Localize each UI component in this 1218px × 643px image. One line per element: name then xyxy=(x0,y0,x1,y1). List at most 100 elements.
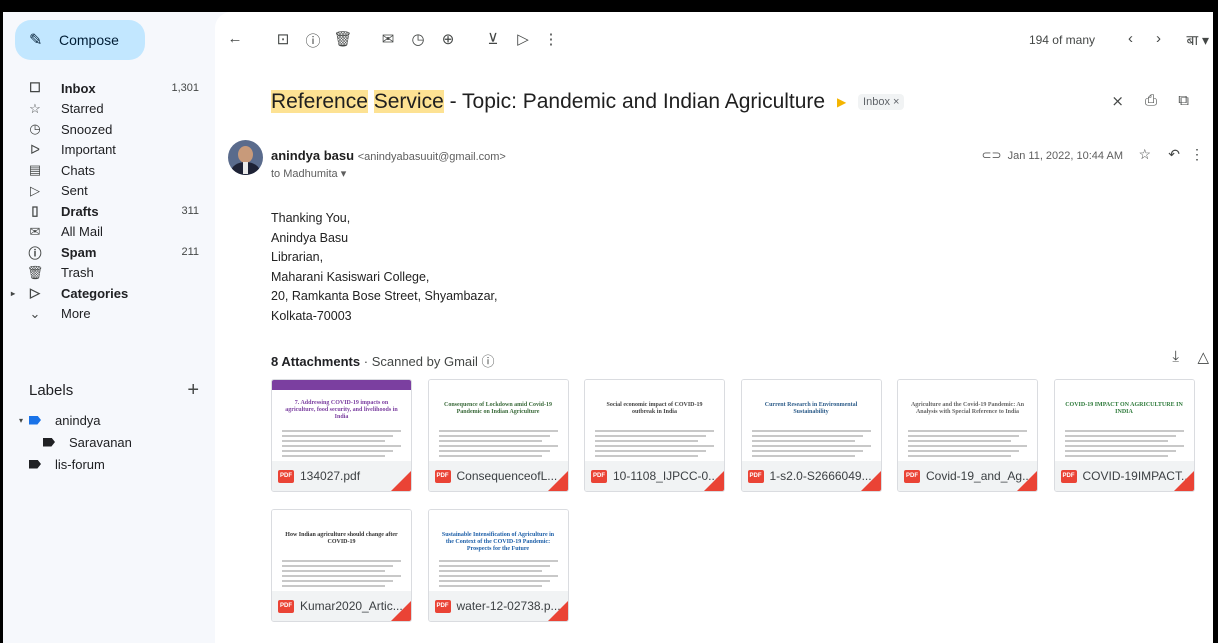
attachment-clip-icon: ⊂⊃ xyxy=(981,148,1002,162)
label-as-icon[interactable]: ▷ xyxy=(513,30,533,48)
email-body: Thanking You, Anindya Basu Librarian, Mahar… xyxy=(271,209,498,326)
mark-unread-icon[interactable]: ✉ xyxy=(378,30,398,48)
gmail-window: ✎ Compose ☐ Inbox 1,301 ☆ Starred ◷ Snoozed ᐅ Im… xyxy=(3,12,1213,643)
pdf-icon: PDF xyxy=(747,469,764,483)
send-icon: ▷ xyxy=(30,182,40,198)
recipient-details[interactable]: to Madhumita ▾ xyxy=(271,167,346,180)
attachment-card[interactable]: Sustainable Intensification of Agricultu… xyxy=(427,509,569,622)
label-name: anindya xyxy=(55,412,101,428)
sender-line: anindya basu <anindyabasuuit@gmail.com> xyxy=(271,148,506,163)
sidebar-item-label: Sent xyxy=(61,183,88,199)
sidebar-item-starred[interactable]: ☆ Starred xyxy=(3,99,213,120)
attachment-card[interactable]: Social economic impact of COVID-19 outbr… xyxy=(584,379,725,492)
back-arrow-icon[interactable]: ← xyxy=(225,30,245,47)
expand-arrow-icon[interactable]: ▸ xyxy=(11,289,15,298)
attachment-filename: ConsequenceofL... xyxy=(456,469,558,483)
chat-icon: ▤ xyxy=(28,162,42,178)
thumbnail-title: COVID-19 IMPACT ON AGRICULTURE IN INDIA xyxy=(1065,402,1183,415)
report-spam-icon[interactable]: ⓘ xyxy=(303,30,323,51)
body-line: Anindya Basu xyxy=(271,230,349,245)
labels-heading: Labels xyxy=(29,382,74,399)
more-vert-icon[interactable]: ⋮ xyxy=(541,30,561,48)
attachment-card[interactable]: Agriculture and the Covid-19 Pandemic: A… xyxy=(897,379,1038,492)
move-to-icon[interactable]: ⊻ xyxy=(483,30,503,48)
sidebar-item-label: Inbox xyxy=(61,80,96,96)
sidebar-item-all-mail[interactable]: ✉ All Mail xyxy=(3,222,213,243)
spam-icon: ⓘ xyxy=(28,245,42,261)
sidebar-item-spam[interactable]: ⓘ Spam 211 xyxy=(3,242,213,263)
pdf-corner-icon xyxy=(547,601,568,621)
sidebar-item-drafts[interactable]: ▯ Drafts 311 xyxy=(3,201,213,222)
unread-count: 1,301 xyxy=(171,82,199,95)
add-to-drive-icon[interactable]: △ xyxy=(1197,348,1209,366)
all-mail-icon: ✉ xyxy=(29,223,41,239)
important-marker-icon[interactable]: ▶ xyxy=(837,95,846,109)
sidebar-item-categories[interactable]: ▸ ▷ Categories xyxy=(3,283,213,304)
attachment-filename: Kumar2020_Artic... xyxy=(300,599,403,613)
pdf-corner-icon xyxy=(1017,471,1037,491)
sidebar-item-important[interactable]: ᐅ Important xyxy=(3,140,213,161)
compose-button[interactable]: ✎ Compose xyxy=(15,20,145,60)
delete-icon[interactable]: 🗑 xyxy=(333,30,353,48)
sidebar-item-sent[interactable]: ▷ Sent xyxy=(3,181,213,202)
attachment-card[interactable]: Consequence of Lockdown amid Covid-19 Pa… xyxy=(427,379,569,492)
sidebar-item-label: Categories xyxy=(61,285,129,301)
download-all-icon[interactable]: ⤓ xyxy=(1172,348,1179,365)
label-name: lis-forum xyxy=(55,456,105,472)
pdf-icon: PDF xyxy=(278,599,294,613)
print-icon[interactable]: ⎙ xyxy=(1145,92,1157,109)
chevron-right-icon[interactable]: › xyxy=(1156,30,1161,47)
input-tools-button[interactable]: बा ▾ xyxy=(1186,31,1209,50)
attachment-card[interactable]: How Indian agriculture should change aft… xyxy=(271,509,412,622)
label-item-lis-forum[interactable]: lis-forum xyxy=(3,453,213,475)
sender-name[interactable]: anindya basu xyxy=(271,148,354,163)
scanned-by-gmail[interactable]: Scanned by Gmail ⓘ xyxy=(372,354,495,369)
pdf-icon: PDF xyxy=(434,469,451,483)
archive-icon[interactable]: ⊡ xyxy=(273,30,293,48)
pencil-icon: ✎ xyxy=(29,32,43,49)
collapse-all-icon[interactable]: ⨯ xyxy=(1111,92,1124,110)
sidebar-item-chats[interactable]: ▤ Chats xyxy=(3,160,213,181)
attachment-card[interactable]: COVID-19 IMPACT ON AGRICULTURE IN INDIA P… xyxy=(1053,379,1195,492)
expand-arrow-icon[interactable]: ▾ xyxy=(19,416,23,425)
chevron-left-icon[interactable]: ‹ xyxy=(1128,30,1133,47)
pdf-icon: PDF xyxy=(904,469,920,483)
body-line: Kolkata-70003 xyxy=(271,308,352,323)
thumbnail-title: Agriculture and the Covid-19 Pandemic: A… xyxy=(910,402,1025,415)
label-item-anindya[interactable]: ▾ anindya xyxy=(3,409,213,431)
snooze-icon[interactable]: ◷ xyxy=(408,30,428,48)
attachment-filename: 1-s2.0-S2666049... xyxy=(769,469,872,483)
sidebar-item-more[interactable]: ⌄ More xyxy=(3,304,213,325)
attachment-thumbnail: 7. Addressing COVID-19 impacts on agricu… xyxy=(272,380,411,464)
add-task-icon[interactable]: ⊕ xyxy=(438,30,458,48)
sidebar-item-label: Trash xyxy=(61,265,94,281)
star-icon[interactable]: ☆ xyxy=(1138,146,1151,163)
add-label-icon[interactable]: + xyxy=(187,379,199,402)
attachment-thumbnail: COVID-19 IMPACT ON AGRICULTURE IN INDIA xyxy=(1054,380,1194,464)
message-date: ⊂⊃ Jan 11, 2022, 10:44 AM xyxy=(982,148,1124,162)
label-name: Saravanan xyxy=(69,434,132,450)
attachment-thumbnail: Current Research in Environmental Sustai… xyxy=(741,380,881,464)
sender-avatar[interactable] xyxy=(228,140,263,175)
pdf-icon: PDF xyxy=(591,469,607,483)
thumbnail-title: Current Research in Environmental Sustai… xyxy=(764,402,858,415)
body-line: Maharani Kasiswari College, xyxy=(271,269,430,284)
unread-count: 311 xyxy=(181,205,199,218)
open-new-window-icon[interactable]: ⧉ xyxy=(1178,92,1189,109)
attachments-header: 8 Attachments · Scanned by Gmail ⓘ xyxy=(271,354,495,369)
sidebar-item-trash[interactable]: 🗑 Trash xyxy=(3,263,213,284)
body-line: Thanking You, xyxy=(271,211,351,225)
sidebar-item-inbox[interactable]: ☐ Inbox 1,301 xyxy=(3,78,213,99)
attachment-card[interactable]: Current Research in Environmental Sustai… xyxy=(740,379,882,492)
unread-count: 211 xyxy=(181,246,199,259)
inbox-label-chip[interactable]: Inbox × xyxy=(858,94,905,111)
sidebar-item-label: Spam xyxy=(61,244,97,260)
label-item-saravanan[interactable]: Saravanan xyxy=(3,431,213,453)
message-pane: ← ⊡ ⓘ 🗑 ✉ ◷ ⊕ ⊻ ▷ ⋮ 194 of many ‹ › बा ▾… xyxy=(215,12,1213,643)
sidebar-item-snoozed[interactable]: ◷ Snoozed xyxy=(3,119,213,140)
reply-icon[interactable]: ↶ xyxy=(1168,146,1180,163)
attachment-card[interactable]: 7. Addressing COVID-19 impacts on agricu… xyxy=(271,379,412,492)
more-vert-icon[interactable]: ⋮ xyxy=(1190,146,1204,163)
chevron-down-icon: ⌄ xyxy=(29,305,41,321)
pager-text: 194 of many xyxy=(1028,33,1095,47)
